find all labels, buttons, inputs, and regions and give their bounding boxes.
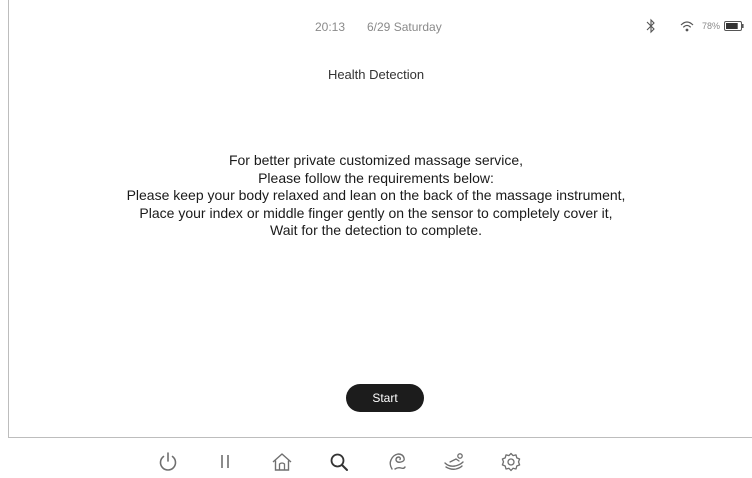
search-icon	[330, 453, 348, 471]
battery-icon	[724, 21, 744, 31]
start-button[interactable]: Start	[346, 384, 424, 412]
home-button[interactable]	[269, 449, 295, 475]
massage-hand-button[interactable]	[384, 449, 410, 475]
settings-icon	[501, 452, 521, 472]
pause-icon	[221, 455, 229, 468]
recline-button[interactable]	[441, 449, 467, 475]
instruction-line: Place your index or middle finger gently…	[139, 204, 613, 221]
instruction-line: Please keep your body relaxed and lean o…	[126, 187, 626, 204]
pause-button[interactable]	[212, 449, 238, 475]
status-date: 6/29 Saturday	[367, 20, 442, 34]
page-title: Health Detection	[327, 67, 425, 82]
search-button[interactable]	[326, 449, 352, 475]
instruction-line: Please follow the requirements below:	[258, 169, 494, 186]
home-icon	[272, 453, 292, 471]
power-button[interactable]	[155, 449, 181, 475]
instructions-text: For better private customized massage se…	[0, 152, 752, 240]
status-bar: 20:13 6/29 Saturday	[9, 0, 752, 52]
battery-percent: 78%	[701, 21, 720, 31]
bluetooth-icon	[646, 18, 655, 34]
bottom-nav	[0, 439, 752, 478]
settings-button[interactable]	[498, 449, 524, 475]
power-icon	[159, 452, 177, 471]
massage-hand-icon	[389, 453, 406, 470]
status-icons: 78%	[646, 16, 744, 36]
wifi-icon	[680, 21, 694, 32]
recline-icon	[444, 453, 464, 470]
instruction-line: For better private customized massage se…	[228, 152, 524, 168]
status-time: 20:13	[315, 20, 346, 34]
instruction-line: Wait for the detection to complete.	[270, 222, 482, 239]
